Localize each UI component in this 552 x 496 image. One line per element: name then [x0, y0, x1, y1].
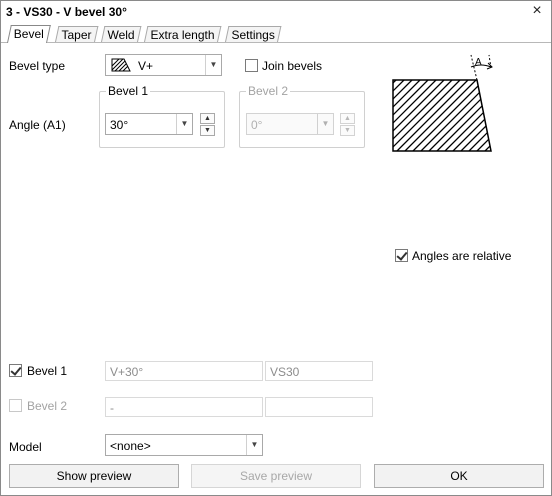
tab-weld[interactable]: Weld [101, 26, 142, 42]
bevel2-angle-select[interactable]: 0° ▼ [246, 113, 334, 135]
show-preview-button[interactable]: Show preview [9, 464, 179, 488]
tab-bevel[interactable]: Bevel [7, 25, 51, 43]
bevel2-angle-stepper[interactable]: ▲ ▼ [340, 113, 355, 137]
title-bar: 3 - VS30 - V bevel 30° × [1, 1, 551, 23]
bevel1-row-label: Bevel 1 [27, 364, 68, 378]
bevel1-group-title: Bevel 1 [106, 84, 151, 98]
stepper-down-icon[interactable]: ▼ [200, 125, 215, 136]
angles-relative-label: Angles are relative [412, 249, 512, 263]
dialog-window: 3 - VS30 - V bevel 30° × Bevel Taper Wel… [0, 0, 552, 496]
window-title: 3 - VS30 - V bevel 30° [6, 5, 127, 19]
bevel1-angle-stepper[interactable]: ▲ ▼ [200, 113, 215, 137]
bevel2-checkbox[interactable] [9, 399, 22, 412]
bevel2-angle-value: 0° [251, 118, 263, 132]
ok-button[interactable]: OK [374, 464, 544, 488]
model-label: Model [9, 440, 42, 454]
tab-taper[interactable]: Taper [55, 26, 99, 42]
join-bevels-checkbox[interactable] [245, 59, 258, 72]
bevel2-name-field[interactable] [265, 397, 373, 417]
join-bevels-label: Join bevels [262, 59, 323, 73]
chevron-down-icon[interactable]: ▼ [246, 435, 262, 455]
chevron-down-icon[interactable]: ▼ [205, 55, 221, 75]
stepper-up-icon[interactable]: ▲ [340, 113, 355, 124]
bevel-v-plus-icon [111, 58, 131, 72]
diagram-angle-label: A [475, 57, 482, 68]
close-icon[interactable]: × [529, 3, 545, 19]
bevel2-row-label: Bevel 2 [27, 399, 68, 413]
chevron-down-icon[interactable]: ▼ [176, 114, 192, 134]
bevel1-code-field[interactable]: V+30° [105, 361, 263, 381]
bevel1-angle-select[interactable]: 30° ▼ [105, 113, 193, 135]
bevel-type-select[interactable]: V+ ▼ [105, 54, 222, 76]
tab-extra-length[interactable]: Extra length [144, 26, 222, 42]
tab-settings[interactable]: Settings [225, 26, 282, 42]
bevel-diagram: A [392, 54, 493, 152]
chevron-down-icon[interactable]: ▼ [317, 114, 333, 134]
model-select[interactable]: <none> ▼ [105, 434, 263, 456]
bevel1-name-field[interactable]: VS30 [265, 361, 373, 381]
bevel-type-label: Bevel type [9, 59, 66, 73]
angle-label: Angle (A1) [9, 118, 66, 132]
bevel-type-value: V+ [138, 59, 154, 73]
save-preview-button[interactable]: Save preview [191, 464, 361, 488]
angles-relative-checkbox[interactable] [395, 249, 408, 262]
stepper-up-icon[interactable]: ▲ [200, 113, 215, 124]
stepper-down-icon[interactable]: ▼ [340, 125, 355, 136]
bevel2-group-title: Bevel 2 [246, 84, 291, 98]
model-value: <none> [110, 439, 151, 453]
bevel1-checkbox[interactable] [9, 364, 22, 377]
bevel1-angle-value: 30° [110, 118, 129, 132]
bevel2-code-field[interactable]: - [105, 397, 263, 417]
